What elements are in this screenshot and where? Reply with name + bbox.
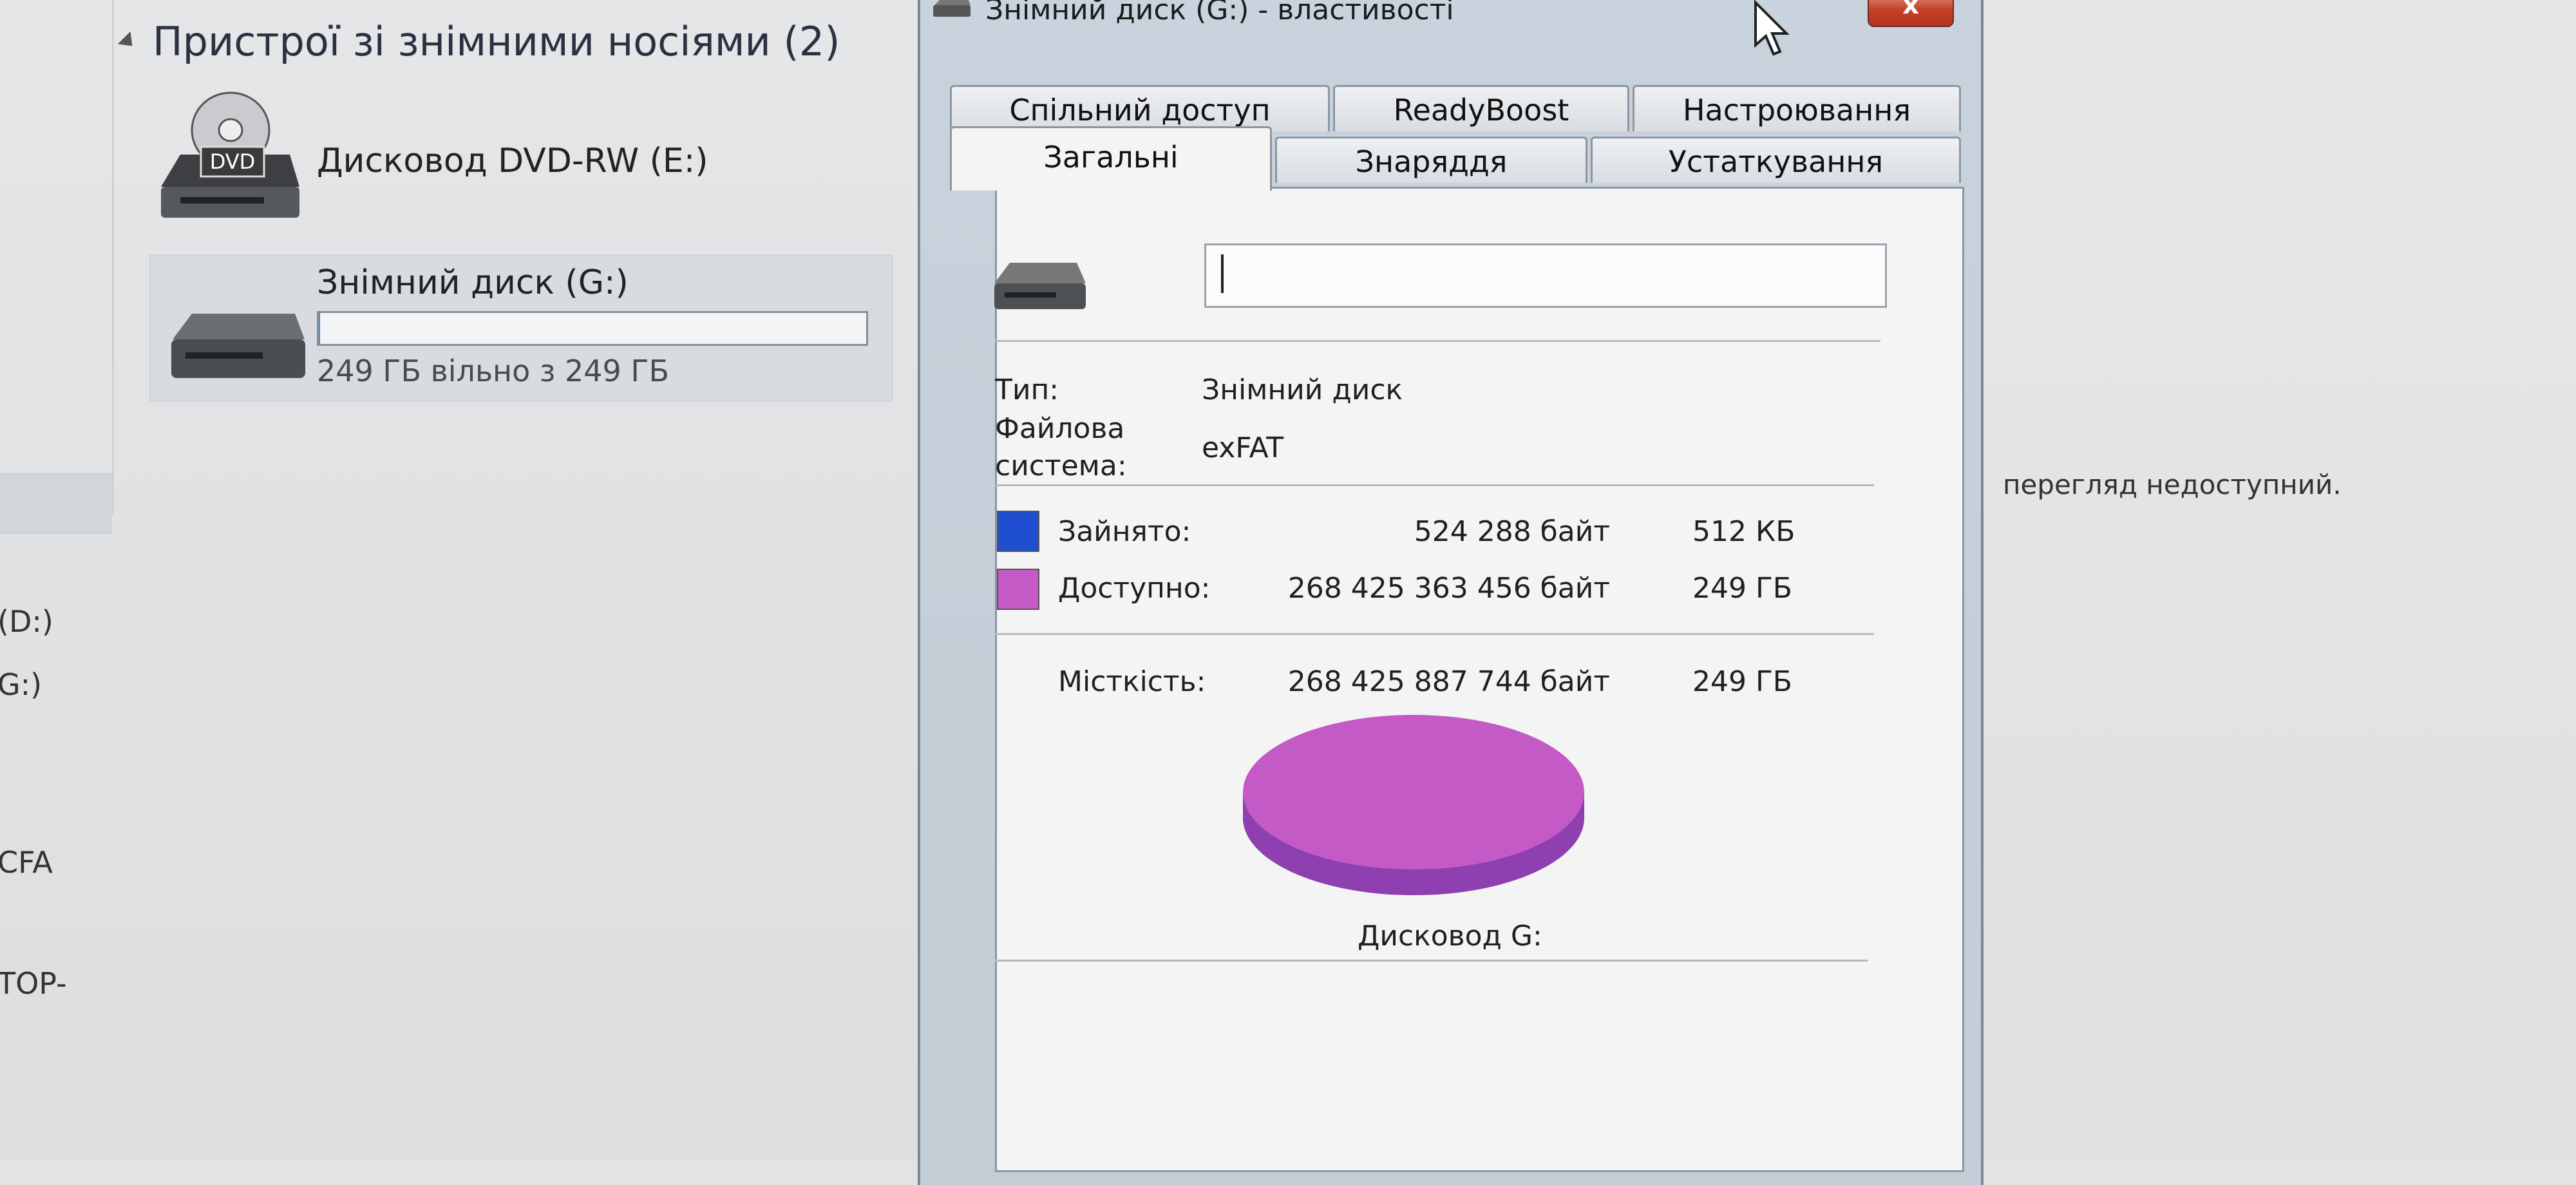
pie-free-slice <box>1243 715 1584 869</box>
dialog-title: Знімний диск (G:) - властивості <box>985 0 1454 26</box>
dvd-icon-label: DVD <box>210 149 256 174</box>
filesystem-label-line2: система: <box>995 450 1127 482</box>
tab-sharing[interactable]: Спільний доступ <box>950 85 1330 131</box>
nav-item-top[interactable]: TOP- <box>0 966 67 1001</box>
free-size: 249 ГБ <box>1692 572 1792 605</box>
free-label: Доступно: <box>1058 572 1211 605</box>
preview-unavailable-text: перегляд недоступний. <box>2003 469 2342 500</box>
type-label: Тип: <box>995 374 1059 406</box>
free-space-swatch <box>997 569 1039 610</box>
filesystem-label-line1: Файлова <box>995 412 1125 445</box>
used-label: Зайнято: <box>1058 515 1191 548</box>
capacity-bar-fill <box>319 313 320 344</box>
tab-tools[interactable]: Знаряддя <box>1275 137 1587 183</box>
group-header-label: Пристрої зі знімними носіями (2) <box>153 18 840 65</box>
separator-4 <box>995 960 1868 962</box>
volume-label-input[interactable] <box>1204 243 1887 308</box>
capacity-bytes: 268 425 887 744 байт <box>1287 665 1610 698</box>
used-size: 512 КБ <box>1692 515 1795 548</box>
drive-large-icon <box>994 263 1086 309</box>
filesystem-value: exFAT <box>1202 431 1284 464</box>
separator-1 <box>995 340 1880 342</box>
tab-readyboost[interactable]: ReadyBoost <box>1333 85 1629 131</box>
nav-item-drive-d[interactable]: (D:) <box>0 604 53 639</box>
nav-pane-splitter[interactable] <box>112 0 114 515</box>
used-bytes: 524 288 байт <box>1414 515 1610 548</box>
mouse-cursor-icon <box>1754 0 1790 56</box>
capacity-size: 249 ГБ <box>1692 665 1792 698</box>
nav-item-cfa[interactable]: CFA <box>0 845 53 880</box>
device-name-dvd: Дисковод DVD-RW (E:) <box>317 142 708 180</box>
drive-caption: Дисковод G: <box>1358 920 1542 953</box>
capacity-label: Місткість: <box>1058 665 1206 698</box>
removable-drive-icon <box>171 314 305 378</box>
separator-2 <box>995 484 1874 486</box>
separator-3 <box>995 633 1874 635</box>
device-name-removable: Знімний диск (G:) <box>317 263 629 302</box>
text-caret <box>1221 254 1224 293</box>
removable-devices-group-header[interactable]: Пристрої зі знімними носіями (2) <box>117 18 840 65</box>
device-removable-g[interactable]: Знімний диск (G:) 249 ГБ вільно з 249 ГБ <box>149 254 893 402</box>
tab-general[interactable]: Загальні <box>950 126 1272 191</box>
capacity-bar <box>317 311 868 346</box>
collapse-arrow-icon[interactable] <box>117 31 139 52</box>
nav-item-drive-g[interactable]: G:) <box>0 667 42 702</box>
used-space-swatch <box>997 511 1039 552</box>
type-value: Знімний диск <box>1202 374 1403 406</box>
nav-pane-selected-item[interactable] <box>0 473 112 534</box>
dvd-drive-icon: DVD <box>161 91 299 218</box>
free-bytes: 268 425 363 456 байт <box>1287 572 1610 605</box>
tab-customize[interactable]: Настроювання <box>1633 85 1961 131</box>
close-button[interactable]: x <box>1868 0 1954 27</box>
tab-hardware[interactable]: Устаткування <box>1591 137 1961 183</box>
device-space-text: 249 ГБ вільно з 249 ГБ <box>317 354 670 388</box>
drive-title-icon <box>933 0 971 17</box>
device-dvd-drive[interactable]: DVD Дисковод DVD-RW (E:) <box>155 90 708 225</box>
preview-pane <box>1984 0 2576 1159</box>
disk-usage-pie <box>1243 715 1584 895</box>
